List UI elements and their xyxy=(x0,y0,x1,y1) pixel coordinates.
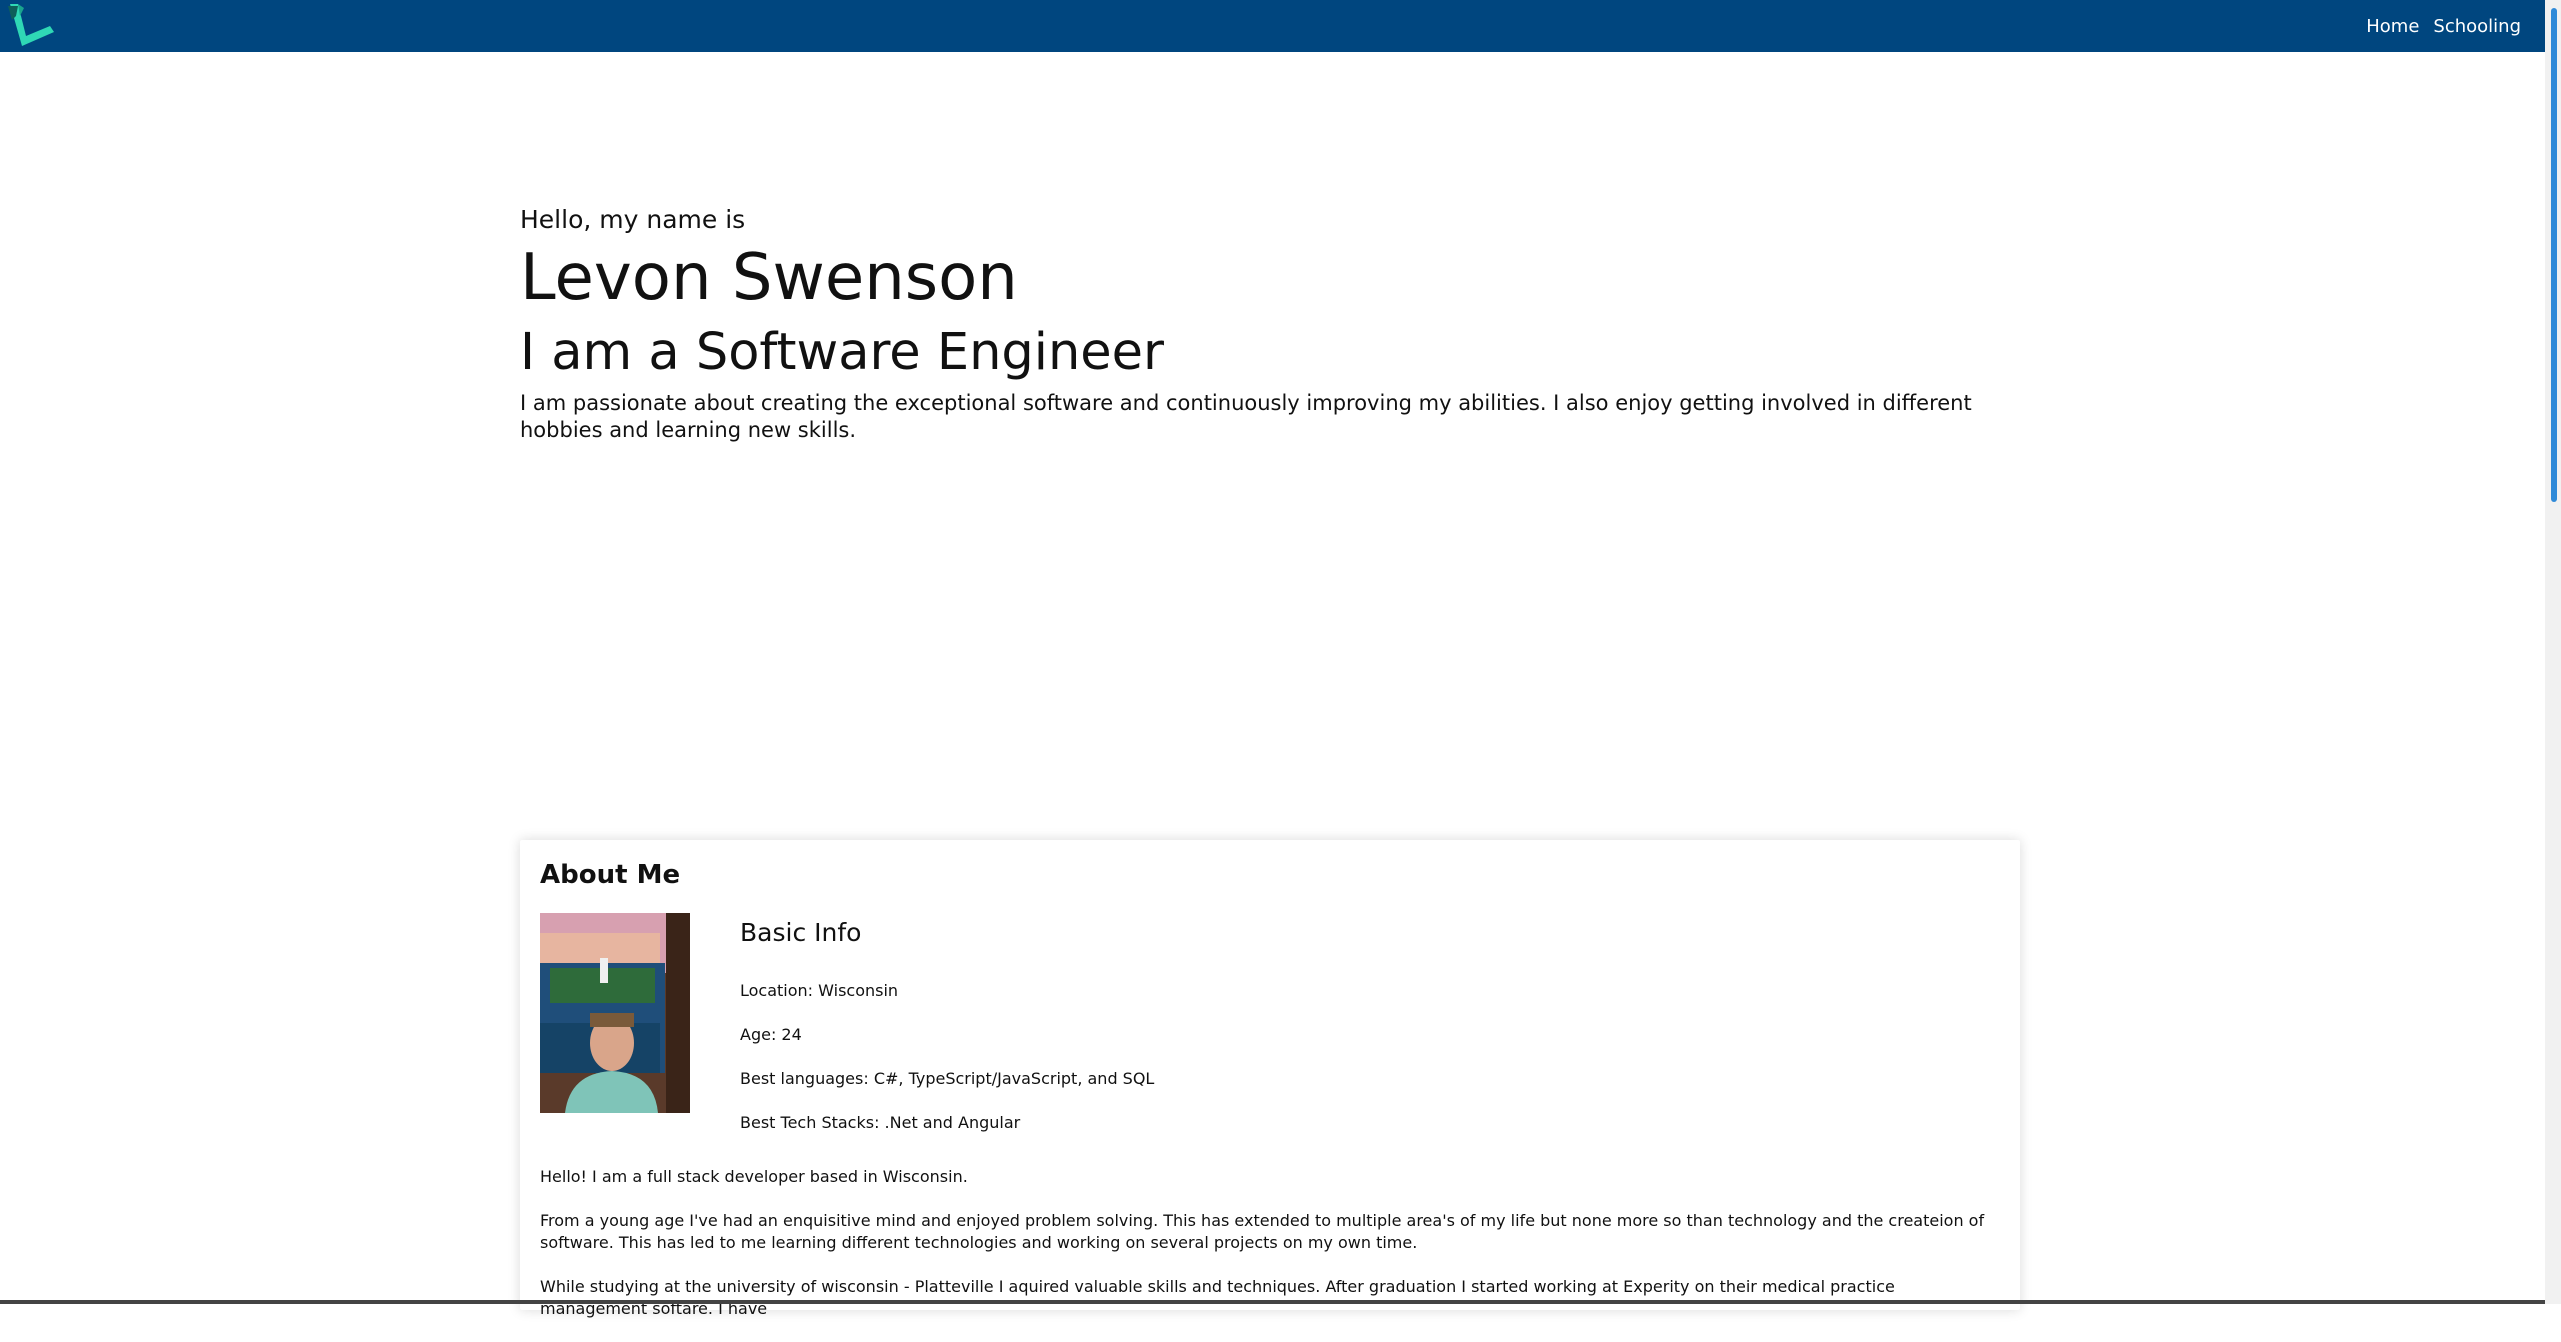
bio-text: Hello! I am a full stack developer based… xyxy=(540,1166,2000,1342)
stacks-line: Best Tech Stacks: .Net and Angular xyxy=(740,1113,1021,1132)
nav-links: Home Schooling xyxy=(2366,0,2521,52)
languages-line: Best languages: C#, TypeScript/JavaScrip… xyxy=(740,1069,1155,1088)
bottom-edge xyxy=(0,1300,2545,1304)
nav-link-schooling[interactable]: Schooling xyxy=(2433,16,2521,37)
logo[interactable] xyxy=(4,2,56,50)
location-line: Location: Wisconsin xyxy=(740,981,899,1000)
about-card: About Me Basic Info Location: Wisconsin … xyxy=(520,840,2020,1318)
about-title: About Me xyxy=(540,860,681,890)
scrollbar-thumb[interactable] xyxy=(2551,8,2557,502)
hero-section: Hello, my name is Levon Swenson I am a S… xyxy=(520,200,2020,444)
scrollbar[interactable] xyxy=(2545,0,2561,1304)
bio-paragraph: From a young age I've had an enquisitive… xyxy=(540,1211,1985,1252)
profile-photo xyxy=(540,913,690,1113)
hero-greeting: Hello, my name is xyxy=(520,205,746,234)
bio-paragraph: Hello! I am a full stack developer based… xyxy=(540,1167,968,1186)
hero-intro: I am passionate about creating the excep… xyxy=(520,391,1972,442)
navbar: Home Schooling xyxy=(0,0,2545,52)
hero-name: Levon Swenson xyxy=(520,241,1018,315)
nav-link-home[interactable]: Home xyxy=(2366,16,2419,37)
basic-info: Basic Info Location: Wisconsin Age: 24 B… xyxy=(740,915,1154,1145)
hero-role: I am a Software Engineer xyxy=(520,323,1165,382)
age-line: Age: 24 xyxy=(740,1025,802,1044)
basic-info-title: Basic Info xyxy=(740,918,862,947)
bio-paragraph: While studying at the university of wisc… xyxy=(540,1277,1895,1318)
